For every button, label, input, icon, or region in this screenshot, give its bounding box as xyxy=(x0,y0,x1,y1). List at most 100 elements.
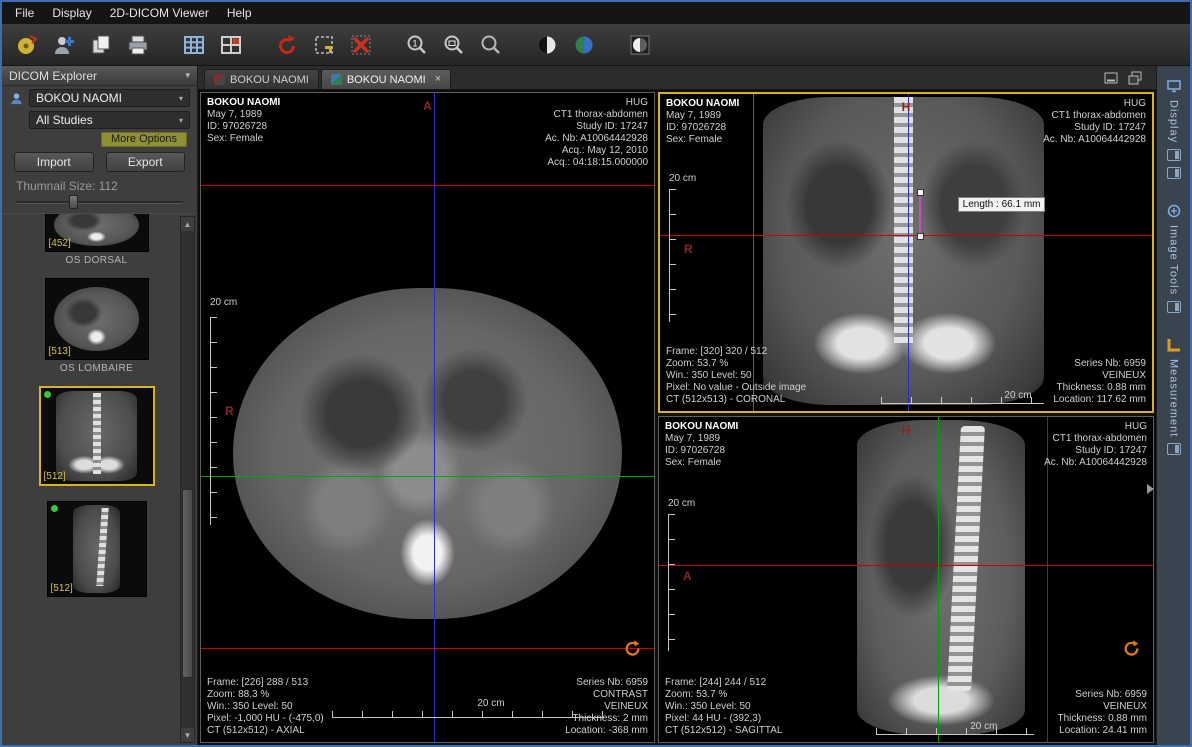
overlay-line: Series Nb: 6959 xyxy=(565,677,648,689)
tools-sidebar: Display Image Tools Measurement xyxy=(1156,66,1190,745)
import-button[interactable]: Import xyxy=(14,152,94,172)
crosshair-vertical-green[interactable] xyxy=(938,417,939,742)
crosshair-vertical-blue[interactable] xyxy=(908,94,909,411)
rotate-icon[interactable] xyxy=(272,30,302,60)
tab-bokou-naomi-2-active[interactable]: BOKOU NAOMI × xyxy=(321,69,451,89)
reset-rotate-icon[interactable] xyxy=(623,639,642,658)
reference-line[interactable] xyxy=(660,235,1152,236)
panel-toggle-icon[interactable] xyxy=(1167,301,1181,313)
overlay-line: Sex: Female xyxy=(665,457,738,469)
menu-display[interactable]: Display xyxy=(43,4,100,22)
overlay-line: Acq.: 04:18:15.000000 xyxy=(545,157,648,169)
overlay-line: VEINEUX xyxy=(1053,370,1146,382)
sidebar-tab-measurement[interactable]: Measurement xyxy=(1166,337,1182,455)
invert-contrast-icon[interactable] xyxy=(532,30,562,60)
open-dicom-icon[interactable] xyxy=(12,30,42,60)
menu-2d-dicom-viewer[interactable]: 2D-DICOM Viewer xyxy=(101,4,218,22)
panel-toggle-icon[interactable] xyxy=(1167,443,1181,455)
reset-rotate-icon[interactable] xyxy=(1122,639,1141,658)
patient-overlay: BOKOU NAOMIMay 7, 1989ID: 97026728Sex: F… xyxy=(207,97,280,145)
overlay-line: May 7, 1989 xyxy=(665,433,738,445)
list-item[interactable]: [452] OS DORSAL xyxy=(18,214,175,266)
overlay-line: BOKOU NAOMI xyxy=(666,98,739,110)
reference-line-top[interactable] xyxy=(201,185,654,186)
zoom-actual-icon[interactable]: 1 xyxy=(402,30,432,60)
print-icon[interactable] xyxy=(123,30,153,60)
list-item-selected[interactable]: [512] xyxy=(18,386,175,489)
copy-icon[interactable] xyxy=(86,30,116,60)
grid-layout-icon[interactable] xyxy=(179,30,209,60)
cascade-windows-icon[interactable] xyxy=(1128,71,1142,85)
crosshair-horizontal[interactable] xyxy=(201,476,654,477)
viewport-coronal-selected[interactable]: Length : 66.1 mm BOKOU NAOMIMay 7, 1989I… xyxy=(658,92,1154,413)
chevron-down-icon: ▾ xyxy=(179,116,183,125)
overlay-line: VEINEUX xyxy=(565,701,648,713)
export-button[interactable]: Export xyxy=(106,152,186,172)
sidebar-collapse-arrow-icon[interactable] xyxy=(1147,484,1154,494)
panel-toggle-icon[interactable] xyxy=(1167,149,1181,161)
studies-dropdown[interactable]: All Studies ▾ xyxy=(29,111,190,129)
slider-handle[interactable] xyxy=(69,195,78,209)
loaded-indicator-icon xyxy=(51,505,58,512)
overlay-line: Location: 117.62 mm xyxy=(1053,394,1146,406)
overlay-line: CT1 thorax-abdomen xyxy=(1043,110,1146,122)
tab-bokou-naomi-1[interactable]: BOKOU NAOMI xyxy=(204,69,319,89)
list-item[interactable]: [513] OS LOMBAIRE xyxy=(18,278,175,374)
status-overlay: Frame: [226] 288 / 513Zoom: 88.3 %Win.: … xyxy=(207,677,324,737)
panel-toggle-icon[interactable] xyxy=(1167,167,1181,179)
close-icon[interactable]: × xyxy=(435,74,441,85)
scrollbar-thumb[interactable] xyxy=(182,489,193,678)
thumbnail-image[interactable]: [513] xyxy=(45,278,149,360)
reference-line-bottom[interactable] xyxy=(201,648,654,649)
scroll-down-icon[interactable]: ▼ xyxy=(181,728,194,742)
slider-track[interactable] xyxy=(16,201,183,204)
overlay-line: CT (512x513) - CORONAL xyxy=(666,394,806,406)
overlay-line: May 7, 1989 xyxy=(666,110,739,122)
overlay-line: HUG xyxy=(1043,98,1146,110)
series-label: OS DORSAL xyxy=(66,255,128,266)
thumbnail-size-slider[interactable] xyxy=(2,193,197,211)
import-patient-icon[interactable] xyxy=(49,30,79,60)
orientation-label-top: H xyxy=(902,101,911,113)
sidebar-tab-image-tools[interactable]: Image Tools xyxy=(1166,203,1182,313)
thumbnail-image[interactable]: [452] xyxy=(45,214,149,252)
viewport-layout-icon[interactable] xyxy=(216,30,246,60)
overlay-line: Win.: 350 Level: 50 xyxy=(207,701,324,713)
overlay-line: Series Nb: 6959 xyxy=(1053,358,1146,370)
reference-line[interactable] xyxy=(659,565,1153,566)
scroll-up-icon[interactable]: ▲ xyxy=(181,217,194,231)
scrollbar[interactable]: ▲ ▼ xyxy=(180,216,195,743)
measurement-line[interactable] xyxy=(919,192,921,236)
thumbnail-image[interactable]: [512] xyxy=(39,386,155,486)
overlay-line: May 7, 1989 xyxy=(207,109,280,121)
color-lut-icon[interactable] xyxy=(569,30,599,60)
magnifier-icon[interactable] xyxy=(476,30,506,60)
overlay-line: ID: 97026728 xyxy=(666,122,739,134)
thumbnail-image[interactable]: [512] xyxy=(47,501,147,597)
sidebar-tab-display[interactable]: Display xyxy=(1166,78,1182,179)
orientation-label-side: R xyxy=(684,243,693,255)
list-item[interactable]: [512] xyxy=(18,501,175,600)
overlay-line: Location: -368 mm xyxy=(565,725,648,737)
viewport-axial[interactable]: BOKOU NAOMIMay 7, 1989ID: 97026728Sex: F… xyxy=(200,92,655,743)
patient-dropdown[interactable]: BOKOU NAOMI ▾ xyxy=(29,89,190,107)
patient-overlay: BOKOU NAOMIMay 7, 1989ID: 97026728Sex: F… xyxy=(666,98,739,146)
menu-file[interactable]: File xyxy=(6,4,43,22)
svg-text:1: 1 xyxy=(412,38,417,48)
crosshair-vertical[interactable] xyxy=(434,93,435,742)
menu-help[interactable]: Help xyxy=(218,4,261,22)
delete-icon[interactable] xyxy=(346,30,376,60)
more-options-button[interactable]: More Options xyxy=(101,132,187,147)
zoom-fit-icon[interactable] xyxy=(439,30,469,60)
series-overlay: Series Nb: 6959CONTRASTVEINEUXThickness:… xyxy=(565,677,648,737)
tab-label: BOKOU NAOMI xyxy=(230,74,309,86)
window-level-icon[interactable] xyxy=(625,30,655,60)
select-region-icon[interactable] xyxy=(309,30,339,60)
horizontal-ruler xyxy=(876,728,1034,735)
minimize-panel-icon[interactable] xyxy=(1104,71,1118,85)
overlay-line: Win.: 350 Level: 50 xyxy=(666,370,806,382)
panel-menu-icon[interactable]: ▾ xyxy=(185,70,190,81)
sidebar-tab-label: Image Tools xyxy=(1168,225,1180,295)
viewport-sagittal[interactable]: BOKOU NAOMIMay 7, 1989ID: 97026728Sex: F… xyxy=(658,416,1154,743)
scrollbar-track[interactable] xyxy=(181,231,194,728)
